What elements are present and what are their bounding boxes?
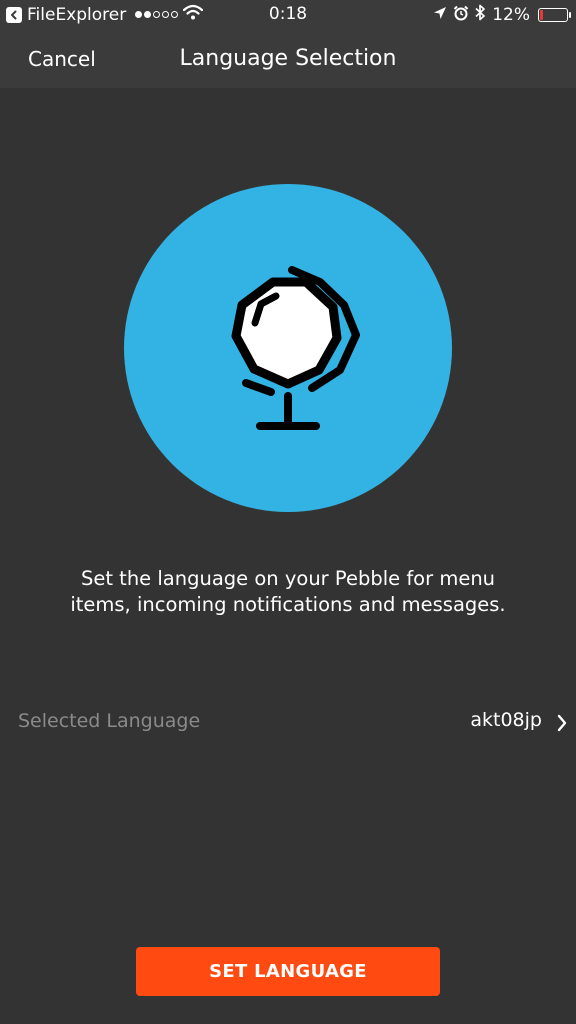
battery-percent: 12% xyxy=(492,5,530,25)
battery-icon xyxy=(538,8,571,22)
selected-language-value: akt08jp xyxy=(470,709,542,731)
chevron-right-icon xyxy=(556,714,568,736)
bluetooth-icon xyxy=(475,4,486,26)
hero-circle xyxy=(124,184,452,512)
nav-bar: Cancel Language Selection xyxy=(0,30,576,88)
set-language-button[interactable]: SET LANGUAGE xyxy=(136,947,440,996)
globe-icon xyxy=(231,266,360,430)
location-arrow-icon xyxy=(433,5,447,25)
status-right: 12% xyxy=(433,4,571,26)
battery-level xyxy=(540,10,543,20)
cancel-button[interactable]: Cancel xyxy=(28,47,96,71)
status-bar: FileExplorer 0:18 12% xyxy=(0,0,576,30)
description-text: Set the language on your Pebble for menu… xyxy=(70,567,506,616)
selected-language-label: Selected Language xyxy=(18,710,201,732)
selected-language-row[interactable]: Selected Language akt08jp xyxy=(0,700,576,746)
alarm-clock-icon xyxy=(453,5,469,26)
